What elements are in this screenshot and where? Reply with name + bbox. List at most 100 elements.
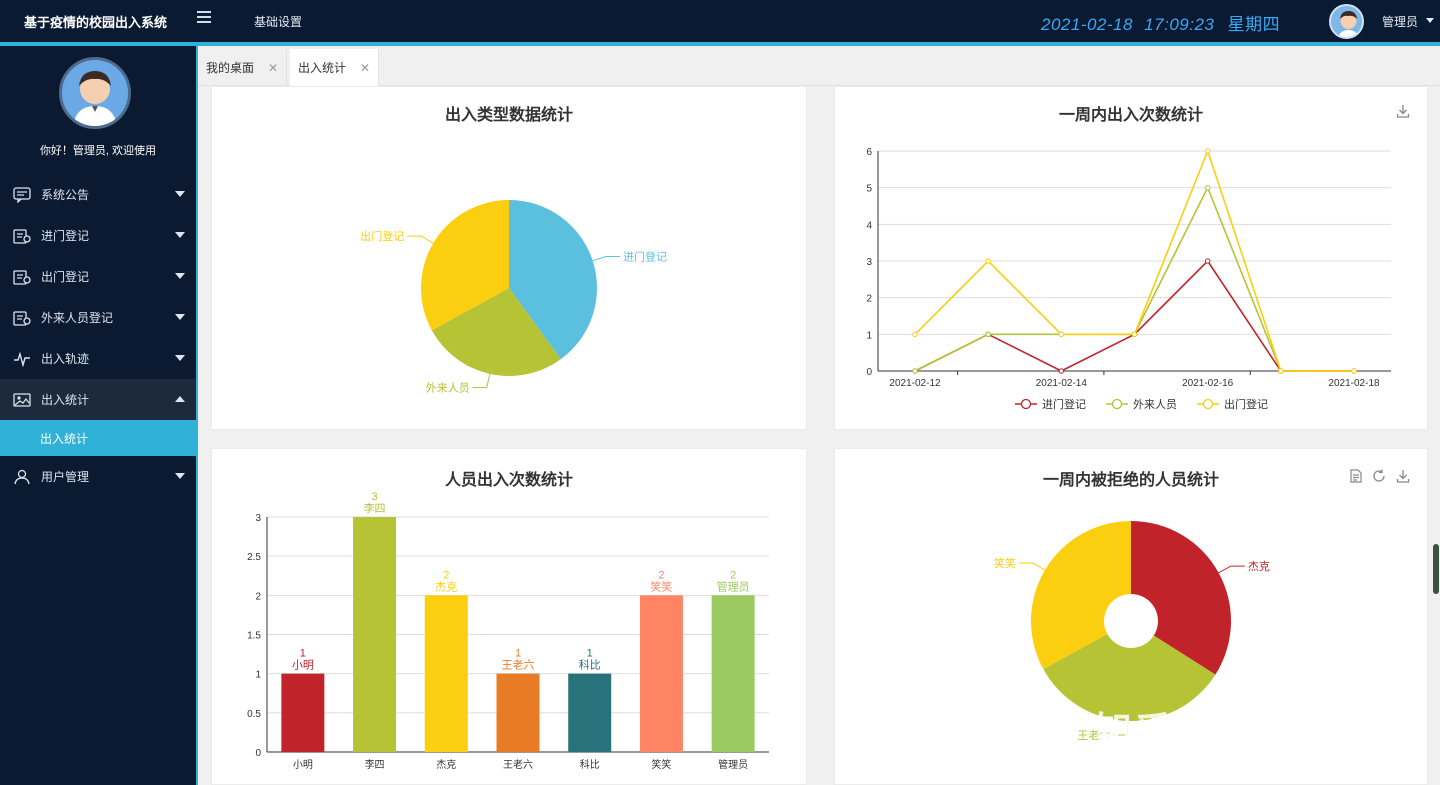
x-tick-label: 小明 — [293, 759, 313, 771]
legend-marker — [1111, 398, 1123, 410]
sidebar-item-users[interactable]: 用户管理 — [0, 456, 196, 497]
bar-value-label: 3 — [372, 491, 378, 503]
y-tick-label: 3 — [866, 257, 872, 268]
pie-label: 杰克 — [1248, 560, 1270, 573]
y-tick-label: 5 — [866, 184, 872, 195]
bar-value-label: 2 — [443, 569, 449, 581]
line-chart-weekly: 0 1 2 3 4 5 6 2021-02-12 2021-02-14 2021-02-16 202… — [866, 147, 1391, 411]
chart-panel-weekly: 一周内出入次数统计 0 1 2 3 4 5 6 2021-02-12 2021-02-14 202… — [834, 86, 1428, 430]
data-point — [1131, 331, 1138, 338]
chart-panel-person: 人员出入次数统计 0 0.5 1 1.5 2 2.5 3 1 小明 小明 3 李四 李四 2 杰克 杰克 1 王老… — [211, 448, 807, 785]
series-line — [914, 185, 1354, 372]
time-text: 17:09:23 — [1144, 15, 1215, 34]
y-tick-label: 1 — [866, 330, 872, 341]
legend-label: 外来人员 — [1133, 398, 1177, 411]
avatar[interactable] — [1329, 4, 1364, 39]
sidebar-item-exit-register[interactable]: 出门登记 — [0, 256, 196, 297]
bar — [568, 673, 612, 752]
user-menu[interactable]: 管理员 — [1382, 13, 1418, 30]
pie-label-line — [1218, 565, 1245, 574]
tab-label: 出入统计 — [298, 61, 347, 75]
bar-chart-person: 00.511.522.531小明小明3李四李四2杰克杰克1王老六王老六1科比科比… — [247, 491, 769, 771]
data-point — [1204, 258, 1211, 264]
sidebar-item-statistics[interactable]: 出入统计 — [0, 379, 196, 420]
data-point — [985, 331, 991, 338]
y-tick-label: 0 — [866, 367, 872, 378]
data-point — [1058, 331, 1065, 338]
pie-label: 笑笑 — [994, 556, 1016, 570]
y-tick-label: 0 — [255, 748, 261, 759]
pie-label: 出门登记 — [360, 229, 404, 243]
legend-label: 进门登记 — [1042, 397, 1086, 411]
chevron-down-icon — [175, 273, 185, 279]
series-line — [914, 259, 1354, 372]
x-tick-label: 2021-02-18 — [1328, 378, 1380, 389]
y-tick-label: 1.5 — [247, 631, 261, 642]
close-icon[interactable]: ✕ — [360, 61, 370, 75]
date-text: 2021-02-18 — [1041, 15, 1133, 34]
sidebar-avatar — [59, 57, 131, 129]
message-icon — [13, 186, 33, 203]
y-tick-label: 2 — [866, 294, 872, 305]
sidebar-item-label: 用户管理 — [41, 470, 90, 484]
y-tick-label: 2.5 — [247, 552, 261, 563]
sidebar-item-entry-register[interactable]: 进门登记 — [0, 215, 196, 256]
pie-label: 外来人员 — [426, 382, 470, 395]
bar-value-label: 2 — [658, 569, 664, 581]
watermark-subtext: @稀土掘金技术社区 — [1258, 748, 1403, 765]
sidebar-item-label: 进门登记 — [41, 229, 90, 243]
sidebar-item-visitor-register[interactable]: 外来人员登记 — [0, 297, 196, 338]
chevron-down-icon[interactable] — [1426, 18, 1434, 23]
pulse-icon — [13, 351, 33, 367]
bar-name-label: 杰克 — [435, 580, 457, 593]
data-point — [1278, 368, 1284, 374]
data-point — [1204, 184, 1211, 191]
nav-basic-settings[interactable]: 基础设置 — [254, 13, 302, 30]
bar-name-label: 王老六 — [502, 659, 535, 672]
weekday-text: 星期四 — [1227, 15, 1281, 34]
avatar-icon — [1331, 6, 1362, 37]
pie-label-line — [472, 373, 491, 389]
bar-name-label: 李四 — [364, 501, 386, 515]
data-point — [1204, 148, 1211, 154]
bar-value-label: 1 — [515, 648, 521, 660]
data-point — [912, 368, 918, 374]
chevron-down-icon — [175, 314, 185, 320]
tab-statistics[interactable]: 出入统计 ✕ — [290, 49, 380, 86]
x-tick-label: 管理员 — [718, 758, 748, 771]
user-icon — [13, 469, 33, 485]
sidebar-subitem-statistics[interactable]: 出入统计 — [0, 420, 196, 456]
sidebar-item-label: 出门登记 — [41, 270, 90, 284]
tab-bar: 我的桌面 ✕ 出入统计 ✕ — [198, 46, 1440, 86]
legend-marker — [1020, 398, 1032, 410]
close-icon[interactable]: ✕ — [268, 61, 278, 75]
sidebar-item-label: 出入统计 — [41, 393, 90, 407]
scrollbar-thumb[interactable] — [1433, 544, 1439, 594]
data-point — [912, 331, 918, 338]
hamburger-menu-icon[interactable] — [197, 11, 211, 25]
tab-desktop[interactable]: 我的桌面 ✕ — [198, 49, 288, 86]
pie-label-line — [407, 235, 434, 244]
register-icon — [13, 310, 33, 326]
register-icon — [13, 228, 33, 244]
chevron-down-icon — [175, 232, 185, 238]
datetime-display: 2021-02-18 17:09:23 星期四 — [1041, 10, 1280, 35]
sidebar-item-announcement[interactable]: 系统公告 — [0, 174, 196, 215]
tab-label: 我的桌面 — [206, 61, 255, 75]
sidebar-item-label: 出入轨迹 — [41, 352, 90, 366]
y-tick-label: 4 — [866, 220, 872, 231]
legend-marker — [1202, 398, 1214, 410]
main-content: 出入类型数据统计 进门登记 外来人员 出门登记 一周内出入次数统计 01234562… — [198, 86, 1440, 785]
bar — [639, 595, 683, 752]
chevron-down-icon — [175, 355, 185, 361]
y-tick-label: 2 — [255, 591, 261, 602]
y-tick-label: 0.5 — [247, 709, 261, 720]
app-title: 基于疫情的校园出入系统 — [24, 15, 168, 30]
sidebar-item-track[interactable]: 出入轨迹 — [0, 338, 196, 379]
x-tick-label: 2021-02-12 — [889, 378, 941, 389]
data-point — [985, 258, 991, 264]
bar-name-label: 科比 — [579, 658, 601, 672]
pie-label-line — [1018, 562, 1046, 571]
bar — [711, 595, 755, 752]
bar-name-label: 管理员 — [717, 579, 750, 593]
